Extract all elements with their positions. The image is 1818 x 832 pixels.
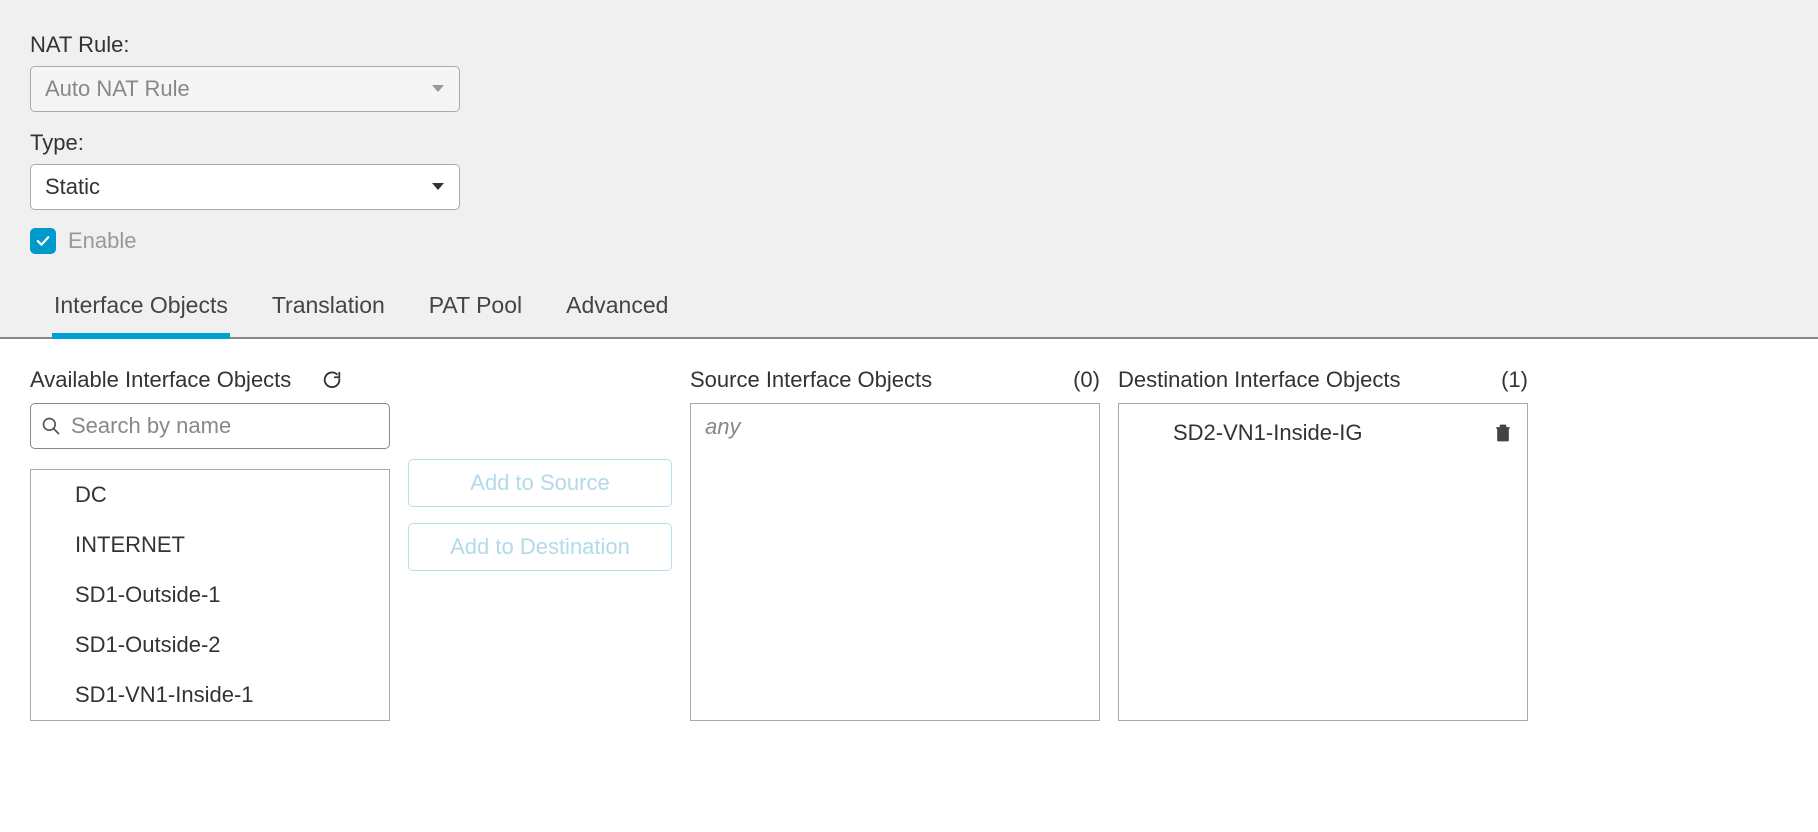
trash-icon[interactable] xyxy=(1493,422,1513,444)
list-item[interactable]: SD1-Outside-2 xyxy=(31,620,389,670)
chevron-down-icon xyxy=(431,84,445,94)
main-content: Available Interface Objects DC INTERNET … xyxy=(0,339,1818,721)
nat-rule-value: Auto NAT Rule xyxy=(45,76,190,102)
destination-panel: Destination Interface Objects (1) SD2-VN… xyxy=(1118,365,1528,721)
buttons-column: Add to Source Add to Destination xyxy=(408,365,672,571)
destination-header-row: Destination Interface Objects (1) xyxy=(1118,365,1528,395)
destination-drop-box[interactable]: SD2-VN1-Inside-IG xyxy=(1118,403,1528,721)
type-group: Type: Static xyxy=(30,130,1788,210)
destination-header: Destination Interface Objects xyxy=(1118,367,1400,393)
available-header: Available Interface Objects xyxy=(30,367,291,393)
add-to-destination-button[interactable]: Add to Destination xyxy=(408,523,672,571)
source-header-row: Source Interface Objects (0) xyxy=(690,365,1100,395)
tabs-row: Interface Objects Translation PAT Pool A… xyxy=(30,282,1788,337)
tab-advanced[interactable]: Advanced xyxy=(564,282,670,339)
tab-interface-objects[interactable]: Interface Objects xyxy=(52,282,230,339)
destination-item-label: SD2-VN1-Inside-IG xyxy=(1173,420,1363,446)
nat-rule-select[interactable]: Auto NAT Rule xyxy=(30,66,460,112)
search-icon xyxy=(41,416,61,436)
list-item[interactable]: SD1-Outside-1 xyxy=(31,570,389,620)
destination-item[interactable]: SD2-VN1-Inside-IG xyxy=(1133,414,1513,452)
refresh-icon[interactable] xyxy=(321,369,343,391)
type-value: Static xyxy=(45,174,100,200)
source-drop-box[interactable]: any xyxy=(690,403,1100,721)
type-label: Type: xyxy=(30,130,1788,156)
destination-count: (1) xyxy=(1501,367,1528,393)
tab-pat-pool[interactable]: PAT Pool xyxy=(427,282,524,339)
tab-translation[interactable]: Translation xyxy=(270,282,387,339)
top-config-section: NAT Rule: Auto NAT Rule Type: Static En xyxy=(0,0,1818,339)
chevron-down-icon xyxy=(431,182,445,192)
list-item[interactable]: DC xyxy=(31,470,389,520)
nat-rule-group: NAT Rule: Auto NAT Rule xyxy=(30,32,1788,112)
add-to-source-button[interactable]: Add to Source xyxy=(408,459,672,507)
search-input[interactable] xyxy=(71,413,379,439)
type-select[interactable]: Static xyxy=(30,164,460,210)
available-list[interactable]: DC INTERNET SD1-Outside-1 SD1-Outside-2 … xyxy=(30,469,390,721)
available-header-row: Available Interface Objects xyxy=(30,365,390,395)
available-panel: Available Interface Objects DC INTERNET … xyxy=(30,365,390,721)
search-box[interactable] xyxy=(30,403,390,449)
source-panel: Source Interface Objects (0) any xyxy=(690,365,1100,721)
enable-row: Enable xyxy=(30,228,1788,254)
nat-rule-label: NAT Rule: xyxy=(30,32,1788,58)
list-item[interactable]: SD1-VN1-Inside-1 xyxy=(31,670,389,720)
source-placeholder: any xyxy=(705,414,740,439)
enable-label: Enable xyxy=(68,228,137,254)
source-header: Source Interface Objects xyxy=(690,367,932,393)
enable-checkbox[interactable] xyxy=(30,228,56,254)
source-count: (0) xyxy=(1073,367,1100,393)
list-item[interactable]: INTERNET xyxy=(31,520,389,570)
